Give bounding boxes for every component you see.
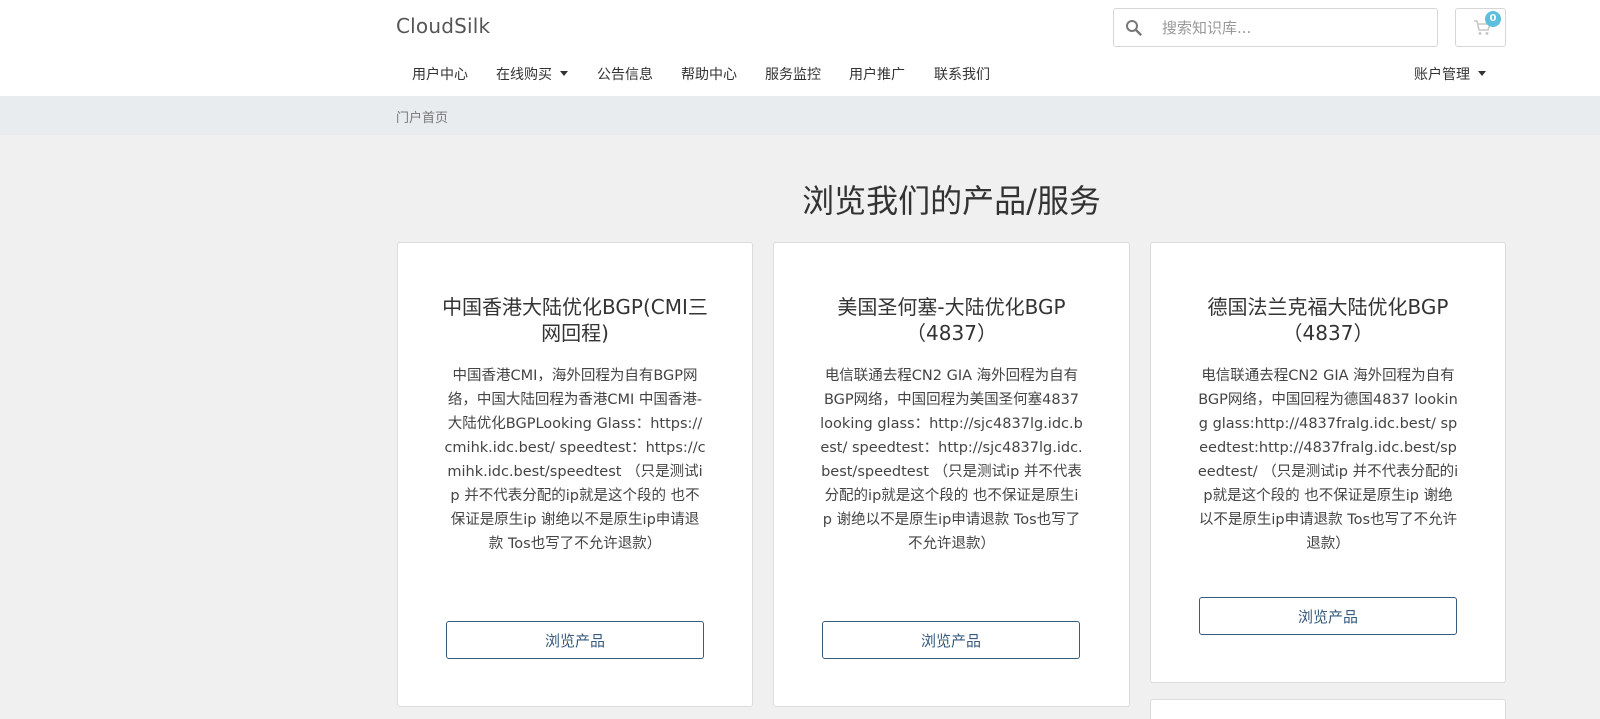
page-title: 浏览我们的产品/服务 [802, 182, 1101, 220]
nav-item-service-monitor[interactable]: 服务监控 [765, 64, 821, 84]
product-description: 电信联通去程CN2 GIA 海外回程为自有BGP网络，中国回程为德国4837 l… [1197, 368, 1459, 552]
cart-count-badge: 0 [1485, 11, 1501, 27]
product-card [1150, 699, 1506, 719]
nav-item-label: 用户推广 [849, 67, 905, 83]
product-title: 美国圣何塞-大陆优化BGP（4837） [837, 295, 1066, 345]
nav-item-label: 用户中心 [412, 67, 468, 83]
browse-products-button[interactable]: 浏览产品 [822, 621, 1080, 659]
nav-item-label: 服务监控 [765, 67, 821, 83]
cart-button[interactable]: 0 [1455, 8, 1506, 47]
nav-item-label: 公告信息 [597, 67, 653, 83]
nav-item-label: 在线购买 [496, 67, 552, 83]
product-card: 中国香港大陆优化BGP(CMI三网回程) 中国香港CMI，海外回程为自有BGP网… [397, 242, 753, 707]
nav-item-label: 账户管理 [1414, 67, 1470, 83]
browse-products-button[interactable]: 浏览产品 [446, 621, 704, 659]
product-description: 电信联通去程CN2 GIA 海外回程为自有BGP网络，中国回程为美国圣何塞483… [820, 368, 1083, 552]
top-header: CloudSilk 0 用户中心 在线购买 公告信息 [0, 0, 1600, 96]
nav-item-account[interactable]: 账户管理 [1414, 64, 1486, 84]
search-box [1113, 8, 1438, 47]
breadcrumb-home-link[interactable]: 门户首页 [396, 107, 448, 126]
caret-down-icon [1478, 70, 1486, 76]
nav-item-buy-online[interactable]: 在线购买 [496, 64, 568, 84]
brand-logo[interactable]: CloudSilk [396, 14, 490, 38]
product-card: 美国圣何塞-大陆优化BGP（4837） 电信联通去程CN2 GIA 海外回程为自… [773, 242, 1130, 707]
main-nav: 用户中心 在线购买 公告信息 帮助中心 服务监控 用户推广 联系我们 账户管理 [0, 64, 1600, 90]
nav-item-label: 帮助中心 [681, 67, 737, 83]
search-icon[interactable] [1125, 19, 1143, 37]
nav-item-user-center[interactable]: 用户中心 [412, 64, 468, 84]
caret-down-icon [560, 70, 568, 76]
search-input[interactable] [1162, 9, 1427, 46]
nav-item-label: 联系我们 [934, 67, 990, 83]
product-card: 德国法兰克福大陆优化BGP（4837） 电信联通去程CN2 GIA 海外回程为自… [1150, 242, 1506, 683]
product-description: 中国香港CMI，海外回程为自有BGP网络，中国大陆回程为香港CMI 中国香港-大… [444, 368, 706, 552]
nav-item-help-center[interactable]: 帮助中心 [681, 64, 737, 84]
product-title: 中国香港大陆优化BGP(CMI三网回程) [442, 295, 708, 345]
nav-item-contact-us[interactable]: 联系我们 [934, 64, 990, 84]
nav-item-announcements[interactable]: 公告信息 [597, 64, 653, 84]
browse-products-button[interactable]: 浏览产品 [1199, 597, 1457, 635]
product-title: 德国法兰克福大陆优化BGP（4837） [1207, 295, 1449, 345]
nav-item-affiliate[interactable]: 用户推广 [849, 64, 905, 84]
breadcrumb: 门户首页 [0, 96, 1600, 135]
